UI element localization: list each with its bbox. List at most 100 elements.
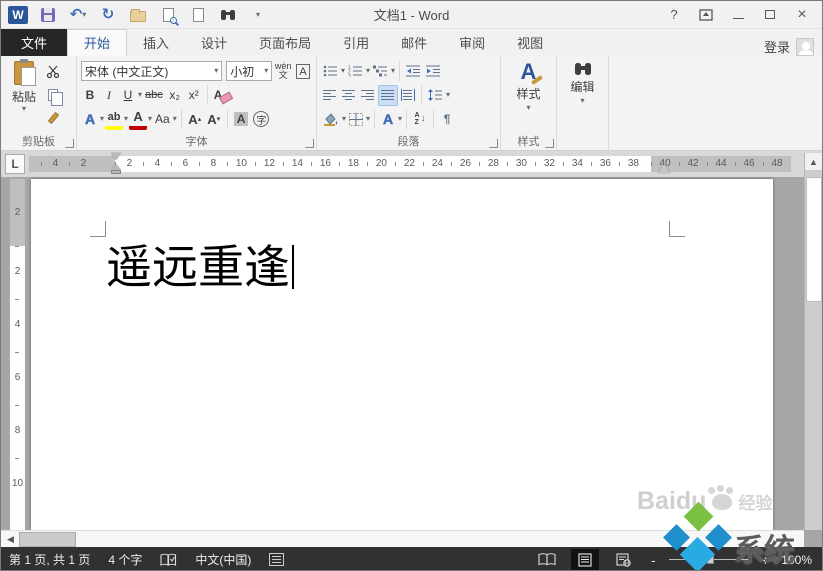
minimize-button[interactable] — [724, 4, 752, 26]
ribbon-tab[interactable]: 开始 — [67, 29, 127, 56]
line-spacing-button[interactable] — [426, 85, 445, 106]
vertical-ruler[interactable]: 2 246810 — [10, 179, 25, 530]
align-left-button[interactable] — [321, 85, 339, 106]
phonetic-guide-button[interactable]: wén文 — [273, 61, 293, 82]
styles-dialog-launcher[interactable] — [545, 139, 554, 148]
paragraph-dialog-launcher[interactable] — [489, 139, 498, 148]
ribbon-tab[interactable]: 视图 — [501, 29, 559, 56]
underline-button[interactable]: U — [119, 85, 137, 106]
clear-formatting-button[interactable]: A — [212, 85, 235, 106]
print-preview-button[interactable] — [158, 5, 178, 25]
undo-button[interactable]: ↶▾ — [68, 5, 88, 25]
shrink-font-button[interactable]: A▾ — [205, 109, 223, 130]
character-border-button[interactable]: A — [294, 61, 312, 82]
ribbon-tab[interactable]: 邮件 — [385, 29, 443, 56]
bullets-caret-icon[interactable]: ▾ — [341, 67, 345, 75]
styles-caret-icon[interactable]: ▾ — [526, 104, 530, 112]
sign-in-area[interactable]: 登录 — [764, 37, 822, 56]
asian-layout-button[interactable]: A — [379, 109, 397, 130]
copy-button[interactable] — [43, 84, 63, 105]
decrease-indent-button[interactable] — [404, 61, 423, 82]
highlight-caret-icon[interactable]: ▾ — [124, 115, 128, 123]
change-case-button[interactable]: Aa — [153, 109, 172, 130]
font-name-caret-icon[interactable]: ▾ — [211, 67, 218, 75]
bullets-button[interactable] — [321, 61, 340, 82]
grow-font-button[interactable]: A▴ — [186, 109, 204, 130]
ribbon-tab[interactable]: 引用 — [327, 29, 385, 56]
horizontal-scroll-thumb[interactable] — [19, 532, 76, 547]
scroll-left-button[interactable]: ◀ — [3, 532, 18, 547]
editing-button[interactable]: 编辑 ▾ — [561, 59, 604, 105]
zoom-level[interactable]: 100% — [781, 553, 812, 567]
word-count[interactable]: 4 个字 — [108, 551, 142, 568]
input-mode-indicator[interactable] — [269, 553, 284, 566]
increase-indent-button[interactable] — [424, 61, 443, 82]
text-effects-button[interactable]: A — [81, 109, 99, 130]
strikethrough-button[interactable]: abc — [143, 85, 165, 106]
vertical-scrollbar[interactable]: ▲ — [804, 153, 822, 530]
vertical-scroll-thumb[interactable] — [806, 177, 822, 302]
proofing-status[interactable] — [160, 553, 177, 567]
scroll-up-button[interactable]: ▲ — [805, 153, 822, 170]
new-document-button[interactable] — [188, 5, 208, 25]
styles-button[interactable]: A 样式 ▾ — [505, 59, 552, 112]
ribbon-tab[interactable]: 页面布局 — [243, 29, 327, 56]
enclose-characters-button[interactable]: 字 — [251, 109, 271, 130]
document-page[interactable]: 遥远重逢 — [31, 179, 773, 530]
font-size-caret-icon[interactable]: ▾ — [261, 67, 268, 75]
zoom-slider-thumb[interactable] — [707, 555, 714, 564]
sort-button[interactable]: AZ ↓ — [411, 109, 429, 130]
page-indicator[interactable]: 第 1 页, 共 1 页 — [9, 551, 90, 568]
word-logo-icon[interactable]: W — [8, 5, 28, 25]
multilevel-caret-icon[interactable]: ▾ — [391, 67, 395, 75]
font-name-combobox[interactable]: 宋体 (中文正文) ▾ — [81, 61, 222, 81]
bold-button[interactable]: B — [81, 85, 99, 106]
help-button[interactable]: ? — [660, 4, 688, 26]
align-center-button[interactable] — [340, 85, 358, 106]
ribbon-tab[interactable]: 设计 — [185, 29, 243, 56]
font-dialog-launcher[interactable] — [305, 139, 314, 148]
left-indent-marker[interactable] — [111, 170, 121, 174]
save-button[interactable] — [38, 5, 58, 25]
tab-stop-selector[interactable]: L — [5, 154, 25, 174]
read-mode-button[interactable] — [533, 549, 561, 570]
paste-caret-icon[interactable]: ▾ — [22, 105, 26, 113]
horizontal-ruler[interactable]: 42 2468101214161820222426283032343638 40… — [29, 156, 791, 172]
horizontal-scrollbar[interactable]: ◀ — [1, 530, 804, 547]
asian-layout-caret-icon[interactable]: ▾ — [398, 115, 402, 123]
shading-caret-icon[interactable]: ▾ — [342, 115, 346, 123]
undo-caret-icon[interactable]: ▾ — [82, 11, 86, 19]
underline-caret-icon[interactable]: ▾ — [138, 91, 142, 99]
line-spacing-caret-icon[interactable]: ▾ — [446, 91, 450, 99]
italic-button[interactable]: I — [100, 85, 118, 106]
close-button[interactable]: × — [788, 4, 816, 26]
web-layout-button[interactable] — [609, 549, 637, 570]
paste-button[interactable]: 粘贴 ▾ — [5, 59, 43, 134]
sign-in-label[interactable]: 登录 — [764, 37, 790, 56]
cut-button[interactable] — [43, 61, 63, 82]
qat-customize-button[interactable]: ▾ — [248, 5, 268, 25]
subscript-button[interactable]: x₂ — [166, 85, 184, 106]
align-right-button[interactable] — [359, 85, 377, 106]
first-line-indent-marker[interactable] — [111, 153, 121, 160]
print-layout-button[interactable] — [571, 549, 599, 570]
ribbon-tab[interactable]: 插入 — [127, 29, 185, 56]
format-painter-button[interactable] — [43, 107, 63, 128]
maximize-button[interactable] — [756, 4, 784, 26]
borders-caret-icon[interactable]: ▾ — [366, 115, 370, 123]
font-color-caret-icon[interactable]: ▾ — [148, 115, 152, 123]
character-shading-button[interactable]: A — [232, 109, 251, 130]
zoom-in-button[interactable]: + — [759, 552, 771, 568]
text-effects-caret-icon[interactable]: ▾ — [100, 115, 104, 123]
borders-button[interactable] — [347, 109, 365, 130]
ribbon-display-options-button[interactable] — [692, 4, 720, 26]
font-color-button[interactable]: A — [129, 109, 147, 130]
superscript-button[interactable]: x² — [185, 85, 203, 106]
editing-caret-icon[interactable]: ▾ — [580, 97, 584, 105]
change-case-caret-icon[interactable]: ▾ — [173, 115, 177, 123]
language-indicator[interactable]: 中文(中国) — [195, 551, 251, 568]
tab-file[interactable]: 文件 — [1, 29, 67, 56]
distribute-button[interactable] — [399, 85, 417, 106]
numbering-button[interactable]: 123 — [346, 61, 365, 82]
zoom-slider[interactable] — [669, 559, 749, 560]
